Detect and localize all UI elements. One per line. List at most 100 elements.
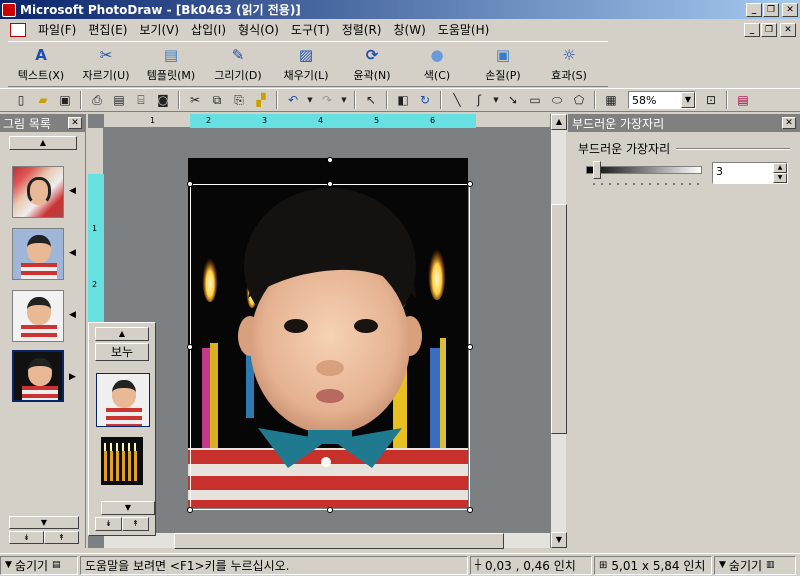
cut-icon[interactable]: ✂ xyxy=(186,91,204,109)
play-arrow-icon[interactable]: ◀ xyxy=(69,186,76,196)
menu-format[interactable]: 형식(O) xyxy=(232,21,285,38)
menu-help[interactable]: 도움말(H) xyxy=(432,21,496,38)
cut-crop-button[interactable]: ✂ 자르기(U) xyxy=(74,42,138,86)
spin-down-icon[interactable]: ▼ xyxy=(773,173,787,183)
doc-minimize-button[interactable]: _ xyxy=(744,22,760,37)
arrow-icon[interactable]: ➘ xyxy=(504,91,522,109)
resize-handle[interactable] xyxy=(187,181,193,187)
save-icon[interactable]: ▣ xyxy=(56,91,74,109)
close-button[interactable]: ✕ xyxy=(782,2,798,17)
fill-button[interactable]: ▨ 채우기(L) xyxy=(272,42,340,86)
scroll-end-up-button[interactable]: ↟ xyxy=(44,531,79,544)
chevron-down-icon[interactable]: ▼ xyxy=(681,92,695,108)
menu-arrange[interactable]: 정렬(R) xyxy=(336,21,388,38)
picture-thumbnail[interactable] xyxy=(12,228,64,280)
popup-thumbnail-selected[interactable] xyxy=(96,373,150,427)
curve-icon[interactable]: ʃ xyxy=(470,91,488,109)
redo-icon[interactable]: ↷ xyxy=(318,91,336,109)
resize-handle[interactable] xyxy=(467,507,473,513)
effects-button[interactable]: ☼ 효과(S) xyxy=(536,42,602,86)
text-button[interactable]: A 텍스트(X) xyxy=(8,42,74,86)
vertical-scrollbar[interactable]: ▲ ▼ xyxy=(550,114,567,548)
popup-scroll-end-up-button[interactable]: ↟ xyxy=(122,517,149,531)
photodraw-app-icon[interactable] xyxy=(2,2,16,17)
shape-icon[interactable]: ⬠ xyxy=(570,91,588,109)
rectangle-icon[interactable]: ▭ xyxy=(526,91,544,109)
popup-scroll-down-button[interactable]: ▼ xyxy=(101,501,155,515)
canvas-area[interactable]: 1 2 3 4 5 6 1 2 ▲ ▼ xyxy=(88,114,567,549)
resize-handle[interactable] xyxy=(187,507,193,513)
popup-view-button[interactable]: 보누 xyxy=(95,343,149,361)
menu-view[interactable]: 보기(V) xyxy=(133,21,185,38)
resize-handle[interactable] xyxy=(187,344,193,350)
pointer-icon[interactable]: ↖ xyxy=(362,91,380,109)
menu-window[interactable]: 창(W) xyxy=(388,21,432,38)
close-icon[interactable]: ✕ xyxy=(782,117,796,129)
templates-button[interactable]: ▤ 템플릿(M) xyxy=(138,42,204,86)
resize-handle[interactable] xyxy=(467,181,473,187)
paste-icon[interactable]: ⎘ xyxy=(230,91,248,109)
picture-thumbnail-selected[interactable] xyxy=(12,350,64,402)
copy-icon[interactable]: ⧉ xyxy=(208,91,226,109)
doc-close-button[interactable]: ✕ xyxy=(780,22,796,37)
popup-thumbnail[interactable] xyxy=(101,437,143,485)
undo-dropdown-icon[interactable]: ▼ xyxy=(306,91,314,109)
spin-up-icon[interactable]: ▲ xyxy=(773,163,787,173)
play-arrow-icon[interactable]: ◀ xyxy=(69,248,76,258)
horizontal-scrollbar[interactable] xyxy=(104,532,550,549)
scroll-down-arrow[interactable]: ▼ xyxy=(551,532,567,548)
redo-dropdown-icon[interactable]: ▼ xyxy=(340,91,348,109)
menu-tools[interactable]: 도구(T) xyxy=(285,21,336,38)
outline-button[interactable]: ⟳ 윤곽(N) xyxy=(340,42,404,86)
open-folder-icon[interactable]: ▰ xyxy=(34,91,52,109)
menu-insert[interactable]: 삽입(I) xyxy=(185,21,232,38)
camera-icon[interactable]: ◙ xyxy=(154,91,172,109)
color-button[interactable]: ● 색(C) xyxy=(404,42,470,86)
rotate-icon[interactable]: ↻ xyxy=(416,91,434,109)
doc-restore-button[interactable]: ❐ xyxy=(761,22,777,37)
undo-icon[interactable]: ↶ xyxy=(284,91,302,109)
draw-button[interactable]: ✎ 그리기(D) xyxy=(204,42,272,86)
soft-edges-slider-track[interactable] xyxy=(586,166,702,174)
resize-handle[interactable] xyxy=(327,507,333,513)
touchup-button[interactable]: ▣ 손질(P) xyxy=(470,42,536,86)
menu-edit[interactable]: 편집(E) xyxy=(82,21,133,38)
picture-thumbnail[interactable] xyxy=(12,166,64,218)
arrange-icon[interactable]: ◧ xyxy=(394,91,412,109)
scan-icon[interactable]: ⌸ xyxy=(132,91,150,109)
print-preview-icon[interactable]: ▤ xyxy=(110,91,128,109)
hide-settings-button[interactable]: ▼ 숨기기 ▥ xyxy=(714,555,796,575)
popup-scroll-up-button[interactable]: ▲ xyxy=(95,327,149,341)
soft-edges-slider-thumb[interactable] xyxy=(593,161,602,179)
scroll-end-down-button[interactable]: ↡ xyxy=(9,531,44,544)
restore-button[interactable]: ❐ xyxy=(763,2,779,17)
document-icon[interactable] xyxy=(10,22,26,37)
scroll-down-button[interactable]: ▼ xyxy=(9,516,79,529)
zoom-select[interactable]: 58% ▼ xyxy=(628,91,696,109)
horizontal-scroll-thumb[interactable] xyxy=(174,533,504,549)
curve-dropdown-icon[interactable]: ▼ xyxy=(492,91,500,109)
new-file-icon[interactable]: ▯ xyxy=(12,91,30,109)
vertical-scroll-thumb[interactable] xyxy=(551,204,567,434)
scroll-up-button[interactable]: ▲ xyxy=(9,136,77,150)
text-frame-icon[interactable]: ▦ xyxy=(602,91,620,109)
soft-edges-value-input[interactable]: 3 ▲ ▼ xyxy=(712,162,788,184)
resize-handle[interactable] xyxy=(467,344,473,350)
ellipse-icon[interactable]: ⬭ xyxy=(548,91,566,109)
play-arrow-icon[interactable]: ▶ xyxy=(69,372,76,382)
popup-scroll-end-down-button[interactable]: ↡ xyxy=(95,517,122,531)
clip-gallery-icon[interactable]: ▤ xyxy=(734,91,752,109)
line-icon[interactable]: ╲ xyxy=(448,91,466,109)
close-icon[interactable]: ✕ xyxy=(68,117,82,129)
photo-object[interactable] xyxy=(188,158,468,508)
resize-handle[interactable] xyxy=(327,181,333,187)
picture-thumbnail[interactable] xyxy=(12,290,64,342)
play-arrow-icon[interactable]: ◀ xyxy=(69,310,76,320)
menu-file[interactable]: 파일(F) xyxy=(32,21,82,38)
hide-picture-list-button[interactable]: ▼ 숨기기 ▤ xyxy=(0,555,78,575)
minimize-button[interactable]: _ xyxy=(746,2,762,17)
print-icon[interactable]: ⎙ xyxy=(88,91,106,109)
rotate-handle[interactable] xyxy=(327,157,333,163)
format-painter-icon[interactable]: ▞ xyxy=(252,91,270,109)
fit-view-icon[interactable]: ⊡ xyxy=(702,91,720,109)
